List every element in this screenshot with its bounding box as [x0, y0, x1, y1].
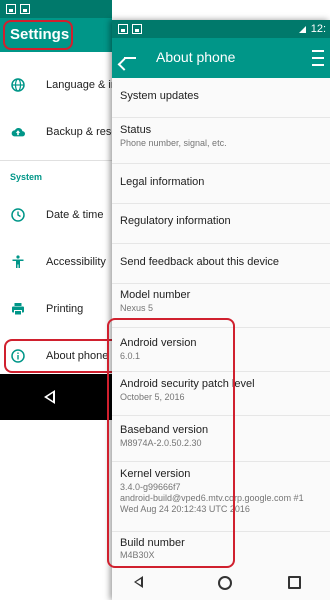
row-legal-information[interactable]: Legal information — [112, 164, 330, 204]
row-subtitle: Nexus 5 — [120, 303, 154, 313]
settings-item-label: Accessibility — [46, 256, 106, 268]
navigation-bar — [0, 374, 112, 420]
row-title: Send feedback about this device — [120, 256, 280, 268]
row-title: System updates — [120, 90, 199, 102]
settings-item-label: Date & time — [46, 209, 104, 221]
accessibility-icon — [11, 255, 25, 269]
row-send-feedback[interactable]: Send feedback about this device — [112, 244, 330, 284]
app-bar: About phone — [112, 38, 330, 78]
settings-item-printing[interactable]: Printing — [0, 286, 112, 332]
gallery-icon — [118, 24, 128, 34]
row-status[interactable]: Status Phone number, signal, etc. — [112, 118, 330, 164]
status-time: 12: — [310, 23, 326, 35]
row-title: Status — [120, 124, 152, 136]
notification-icon — [132, 24, 142, 34]
row-subtitle: Phone number, signal, etc. — [120, 138, 227, 148]
settings-item-accessibility[interactable]: Accessibility — [0, 239, 112, 285]
settings-item-label: Language & in — [46, 79, 117, 91]
recents-nav-icon[interactable] — [288, 576, 301, 589]
settings-item-label: Printing — [46, 303, 84, 315]
gallery-icon — [6, 4, 16, 14]
more-options-icon[interactable] — [312, 48, 324, 68]
row-title: Legal information — [120, 176, 205, 188]
back-nav-icon[interactable] — [134, 576, 143, 588]
row-system-updates[interactable]: System updates — [112, 78, 330, 118]
back-arrow-icon[interactable] — [122, 50, 138, 66]
printer-icon — [11, 302, 25, 316]
about-phone-highlight — [4, 339, 116, 373]
clock-icon — [11, 208, 25, 222]
settings-item-backup[interactable]: Backup & rese — [0, 109, 118, 155]
notification-icon — [20, 4, 30, 14]
row-title: Regulatory information — [120, 215, 231, 227]
row-regulatory-information[interactable]: Regulatory information — [112, 204, 330, 244]
globe-icon — [11, 78, 25, 92]
home-nav-icon[interactable] — [218, 576, 232, 590]
settings-title-highlight — [3, 20, 73, 50]
divider — [0, 160, 112, 161]
navigation-bar — [112, 565, 330, 600]
settings-item-date-time[interactable]: Date & time — [0, 192, 112, 238]
settings-item-language[interactable]: Language & in — [0, 62, 117, 108]
section-header: System — [10, 172, 43, 182]
page-title: About phone — [156, 49, 236, 65]
back-nav-icon[interactable] — [44, 390, 55, 404]
row-title: Model number — [120, 289, 191, 301]
signal-icon — [298, 25, 306, 33]
status-bar — [0, 0, 112, 18]
version-info-highlight — [107, 318, 235, 568]
cloud-upload-icon — [11, 125, 25, 139]
status-bar: 12: — [112, 20, 330, 38]
settings-item-label: Backup & rese — [46, 126, 118, 138]
